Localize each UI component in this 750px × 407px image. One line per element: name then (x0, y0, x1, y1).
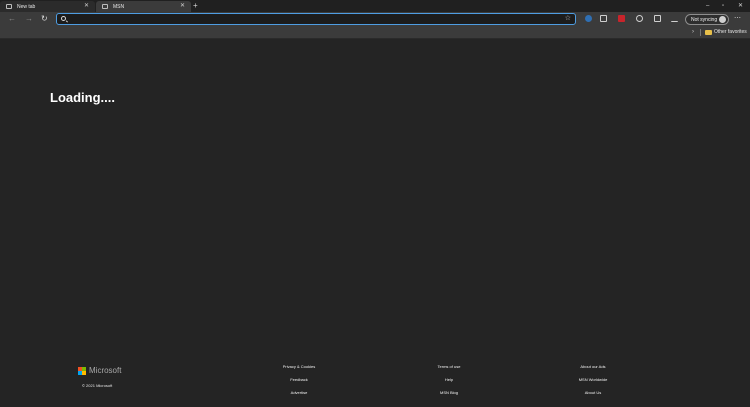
footer-link-advertise[interactable]: Advertise (264, 390, 334, 395)
forward-arrow-icon[interactable]: → (25, 13, 33, 25)
tab-label: New tab (17, 3, 36, 10)
pdf-extension-icon[interactable] (618, 15, 625, 22)
search-icon (61, 16, 66, 21)
sync-status-label: Not syncing (691, 16, 718, 23)
back-arrow-icon[interactable]: ← (8, 13, 16, 25)
microsoft-wordmark: Microsoft (89, 366, 122, 375)
maximize-icon[interactable]: ▫ (722, 1, 724, 11)
page-icon (102, 4, 108, 9)
minimize-icon[interactable]: – (706, 1, 709, 11)
address-bar[interactable]: ☆ (56, 13, 576, 25)
chevron-right-icon[interactable]: › (692, 28, 694, 37)
footer-link-privacy[interactable]: Privacy & Cookies (264, 364, 334, 369)
footer-link-about-us[interactable]: About Us (558, 390, 628, 395)
close-icon[interactable]: ✕ (180, 2, 185, 9)
address-input[interactable] (69, 15, 549, 23)
footer-link-msn-blog[interactable]: MSN Blog (414, 390, 484, 395)
add-favorite-icon[interactable]: ☆ (565, 14, 571, 23)
footer-link-feedback[interactable]: Feedback (264, 377, 334, 382)
close-window-icon[interactable]: ✕ (738, 1, 743, 11)
browser-window: New tab ✕ MSN ✕ + – ▫ ✕ ← → ↻ ☆ Not sync… (0, 0, 750, 407)
avatar (719, 16, 726, 23)
read-aloud-icon[interactable] (600, 15, 607, 22)
favorites-bar: › Other favorites (0, 27, 750, 39)
extension-icon[interactable] (585, 15, 592, 22)
downloads-icon[interactable] (671, 15, 678, 22)
microsoft-logo-icon (78, 367, 86, 375)
other-favorites-link[interactable]: Other favorites (714, 29, 747, 35)
footer-link-help[interactable]: Help (414, 377, 484, 382)
footer-link-terms[interactable]: Terms of use (414, 364, 484, 369)
divider (700, 29, 701, 36)
loading-text: Loading.... (50, 90, 115, 105)
footer-link-about-ads[interactable]: About our Ads (558, 364, 628, 369)
new-tab-button[interactable]: + (193, 1, 198, 11)
copyright-text: © 2021 Microsoft (82, 383, 113, 388)
folder-icon (705, 30, 712, 35)
close-icon[interactable]: ✕ (84, 2, 89, 9)
browser-essentials-icon[interactable] (636, 15, 643, 22)
profile-button[interactable]: Not syncing (685, 14, 729, 25)
tab-strip: New tab ✕ MSN ✕ + – ▫ ✕ (0, 0, 750, 12)
more-options-icon[interactable]: ⋯ (734, 13, 741, 25)
tab-msn[interactable]: MSN ✕ (96, 1, 191, 12)
footer-link-msn-worldwide[interactable]: MSN Worldwide (558, 377, 628, 382)
collections-icon[interactable] (654, 15, 661, 22)
refresh-icon[interactable]: ↻ (41, 13, 48, 25)
tab-new-tab[interactable]: New tab ✕ (0, 1, 95, 12)
tab-label: MSN (113, 3, 125, 10)
page-icon (6, 4, 12, 9)
